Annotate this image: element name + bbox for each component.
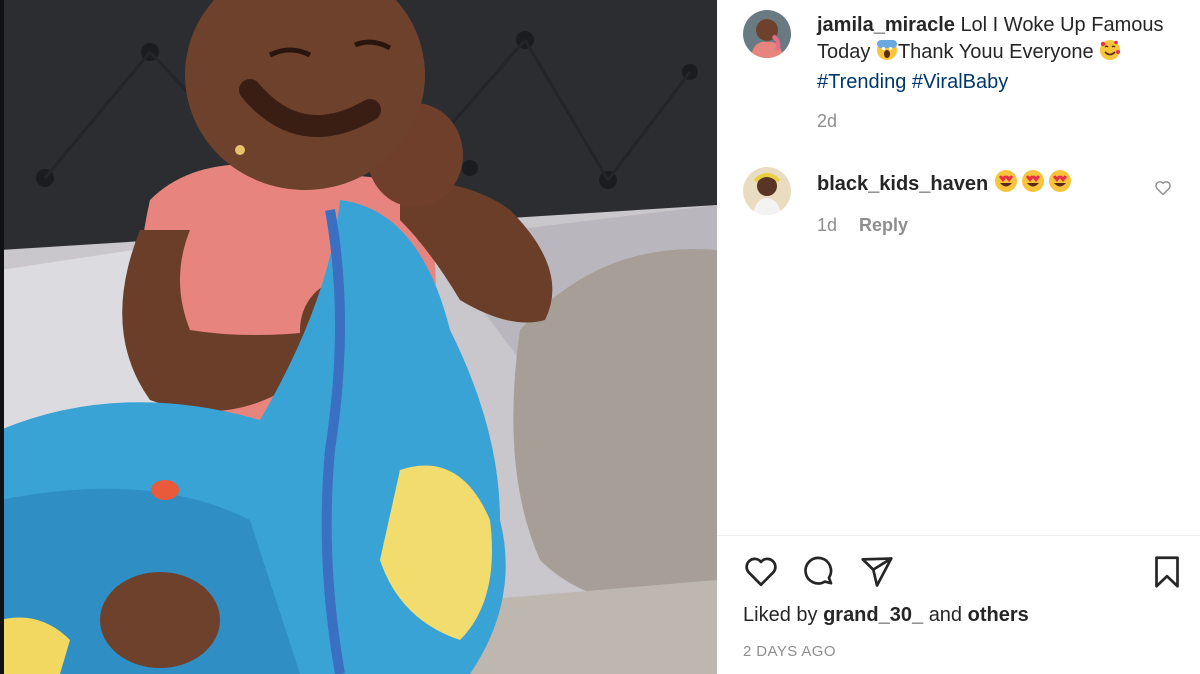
- caption-age: 2d: [817, 111, 838, 131]
- caption-text-1: Lol I Woke Up Famous: [960, 14, 1164, 36]
- author-avatar[interactable]: [743, 10, 791, 58]
- post-caption: jamila_miracle Lol I Woke Up Famous Toda…: [817, 12, 1177, 96]
- heart-eyes-emoji: [994, 169, 1072, 201]
- hashtag-viralbaby[interactable]: #ViralBaby: [912, 71, 1008, 93]
- hashtag-trending[interactable]: #Trending: [817, 71, 906, 93]
- post-date[interactable]: 2 DAYS AGO: [743, 643, 836, 660]
- comment-meta: 1d Reply: [817, 215, 908, 236]
- comment-like-icon[interactable]: [1154, 180, 1172, 201]
- post-photo[interactable]: [0, 0, 717, 674]
- post-actions: [743, 554, 1183, 590]
- caption-text-2b: Thank Youu Everyone: [897, 41, 1094, 63]
- commenter-username[interactable]: black_kids_haven: [817, 173, 988, 195]
- author-username[interactable]: jamila_miracle: [817, 14, 955, 36]
- liked-by-prefix: Liked by: [743, 604, 818, 626]
- caption-timestamp: 2d: [817, 111, 837, 132]
- comment-body: black_kids_haven: [817, 169, 1072, 201]
- caption-text-2a: Today: [817, 41, 871, 63]
- liked-by-user-link[interactable]: grand_30_: [823, 604, 923, 626]
- comment-age: 1d: [817, 215, 838, 235]
- screaming-face-emoji: [876, 39, 898, 69]
- smiling-face-with-hearts-emoji: [1099, 39, 1121, 69]
- heart-icon[interactable]: [743, 554, 779, 595]
- paper-plane-icon[interactable]: [859, 554, 895, 595]
- section-divider: [717, 535, 1200, 536]
- commenter-avatar[interactable]: [743, 167, 791, 215]
- bookmark-icon[interactable]: [1149, 554, 1185, 595]
- liked-by-joiner: and: [928, 604, 963, 626]
- baby-photo: [0, 0, 717, 674]
- comment-bubble-icon[interactable]: [801, 554, 837, 595]
- post-sidebar: jamila_miracle Lol I Woke Up Famous Toda…: [717, 0, 1200, 674]
- post-dialog: jamila_miracle Lol I Woke Up Famous Toda…: [0, 0, 1200, 674]
- liked-by-summary: Liked by grand_30_ and others: [743, 604, 1029, 627]
- liked-by-others-link[interactable]: others: [968, 604, 1029, 626]
- reply-button[interactable]: Reply: [859, 215, 908, 235]
